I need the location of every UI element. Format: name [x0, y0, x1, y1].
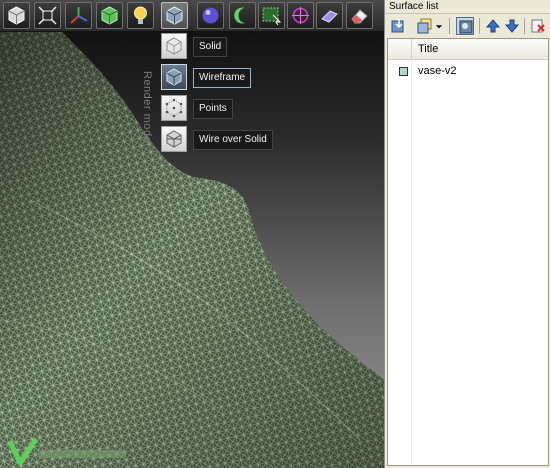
- lasso-select-icon[interactable]: [229, 2, 256, 29]
- points-cube-icon: [165, 98, 183, 118]
- move-up-icon[interactable]: [484, 17, 502, 35]
- render-mode-solid-label[interactable]: Solid: [193, 37, 228, 57]
- wireframe-cube-icon: [166, 68, 182, 86]
- 3d-viewport[interactable]: Render mode Solid Wireframe Points Wire …: [0, 0, 384, 468]
- rect-select-icon[interactable]: [258, 2, 285, 29]
- axes-icon[interactable]: [65, 2, 92, 29]
- surface-list[interactable]: Title vase-v2: [387, 38, 549, 466]
- render-mode-points-label[interactable]: Points: [193, 99, 233, 119]
- material-sphere-icon[interactable]: [197, 2, 224, 29]
- eraser-tool-icon[interactable]: [316, 2, 343, 29]
- gutter-divider: [411, 59, 412, 465]
- header-gutter: [388, 39, 412, 59]
- dropdown-arrow-icon[interactable]: [434, 17, 444, 35]
- box-select-icon[interactable]: [3, 2, 30, 29]
- surface-title: vase-v2: [418, 65, 457, 77]
- app-logo: [8, 437, 126, 466]
- render-mode-wire-over-solid-button[interactable]: [161, 126, 187, 152]
- transform-gizmo-icon[interactable]: [287, 2, 314, 29]
- list-item[interactable]: vase-v2: [388, 63, 548, 79]
- delete-icon[interactable]: [529, 17, 547, 35]
- light-bulb-icon[interactable]: [127, 2, 154, 29]
- move-down-icon[interactable]: [503, 17, 521, 35]
- fit-view-icon[interactable]: [34, 2, 61, 29]
- render-mode-menu: Render mode Solid Wireframe Points Wire …: [140, 31, 280, 155]
- toolbar-separator: [524, 18, 525, 34]
- surface-list-panel: Surface list Title vase-v2: [384, 0, 550, 468]
- surface-list-toolbar: [385, 14, 550, 38]
- render-mode-side-label: Render mode: [141, 71, 153, 144]
- render-mode-solid-button[interactable]: [161, 33, 187, 59]
- surface-color-swatch[interactable]: [399, 67, 408, 76]
- render-mode-wire-over-solid-label[interactable]: Wire over Solid: [193, 130, 273, 150]
- eraser-icon[interactable]: [346, 2, 373, 29]
- render-mode-wireframe-label[interactable]: Wireframe: [193, 68, 252, 88]
- list-header: Title: [388, 39, 548, 60]
- toolbar-separator: [479, 18, 480, 34]
- import-icon[interactable]: [390, 17, 408, 35]
- wire-cube-icon[interactable]: [96, 2, 123, 29]
- render-mode-wireframe-button[interactable]: [161, 64, 187, 90]
- render-mode-points-button[interactable]: [161, 95, 187, 121]
- column-title-header[interactable]: Title: [418, 39, 438, 59]
- surface-list-title: Surface list: [385, 0, 550, 14]
- solid-cube-icon: [166, 37, 182, 55]
- show-all-icon[interactable]: [456, 17, 474, 35]
- render-mode-icon[interactable]: [161, 2, 188, 29]
- viewport-toolbar: [0, 0, 384, 32]
- wire-over-solid-cube-icon: [166, 130, 182, 148]
- duplicate-icon[interactable]: [416, 17, 434, 35]
- toolbar-separator: [449, 18, 450, 34]
